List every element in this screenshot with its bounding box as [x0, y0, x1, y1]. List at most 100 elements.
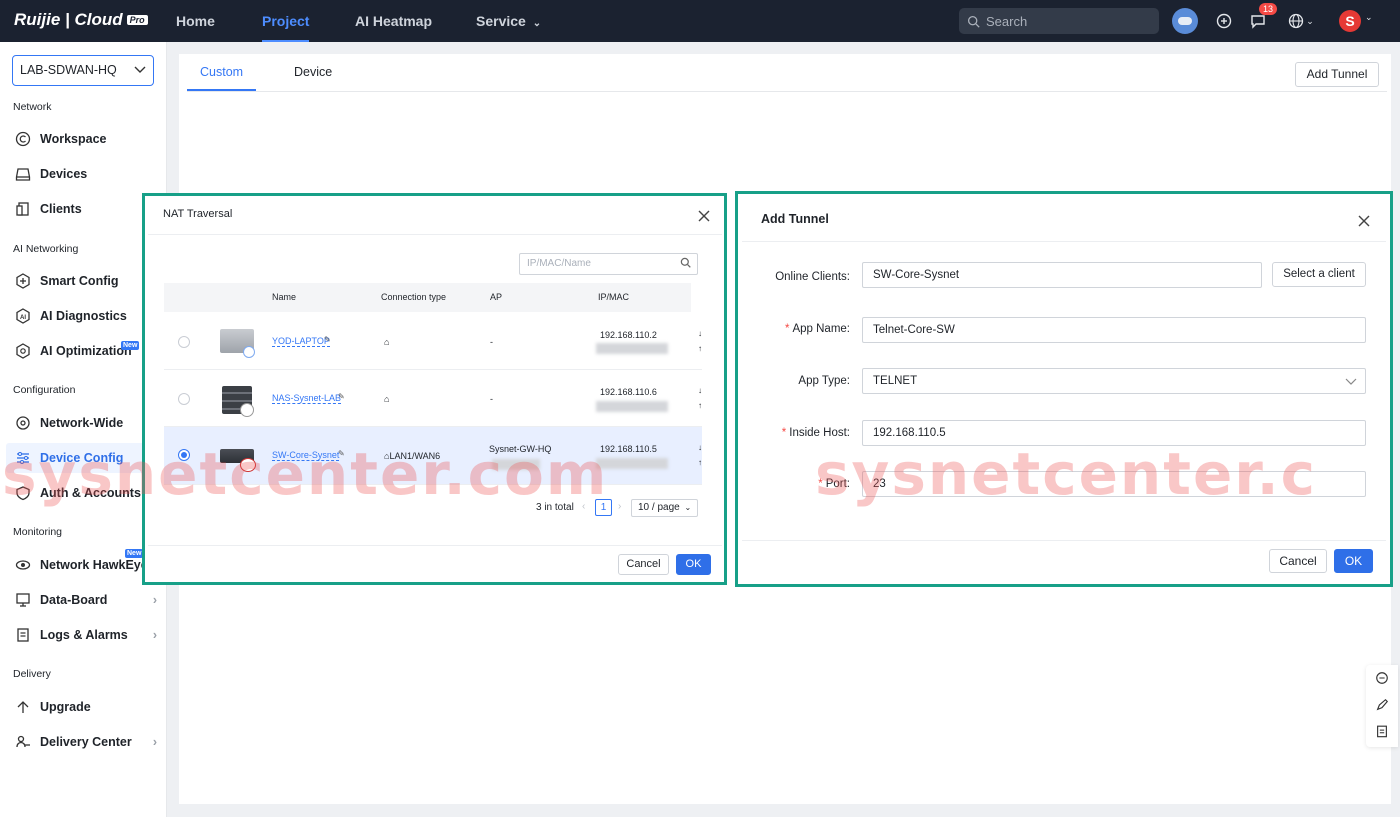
table-row-selected[interactable]: SW-Core-Sysnet ✎ ⌂LAN1/WAN6 Sysnet-GW-HQ…: [164, 427, 702, 485]
inside-host-label: * Inside Host:: [781, 427, 850, 439]
port-label-text: Port:: [825, 478, 850, 490]
section-ai-networking: AI Networking: [13, 243, 79, 255]
download-rate-icon: ↓: [698, 329, 702, 338]
tunnel-cancel-button[interactable]: Cancel: [1269, 549, 1327, 573]
client-name-link[interactable]: YOD-LAPTOP: [272, 336, 330, 347]
sidebar-item-data-board[interactable]: Data-Board ›: [6, 585, 161, 615]
sidebar-item-workspace[interactable]: Workspace: [6, 124, 161, 154]
edit-pencil-icon[interactable]: ✎: [338, 449, 345, 458]
sidebar-item-device-config[interactable]: Device Config: [6, 443, 161, 473]
add-tunnel-button[interactable]: Add Tunnel: [1295, 62, 1379, 87]
logo-text: Ruijie | Cloud: [14, 10, 123, 29]
sidebar-item-ai-diagnostics[interactable]: AI AI Diagnostics: [6, 301, 161, 331]
new-badge: New: [121, 341, 140, 350]
port-label: * Port:: [818, 478, 850, 490]
smart-config-icon: [14, 272, 32, 290]
row-radio[interactable]: [178, 336, 190, 348]
select-client-button[interactable]: Select a client: [1272, 262, 1366, 287]
tab-divider: [187, 91, 1387, 92]
divider: [742, 540, 1386, 541]
project-select[interactable]: LAB-SDWAN-HQ: [12, 55, 154, 86]
next-page-icon[interactable]: ›: [618, 501, 621, 512]
nav-project[interactable]: Project: [262, 0, 310, 42]
prev-page-icon[interactable]: ‹: [582, 501, 585, 512]
sidebar-item-network-wide[interactable]: Network-Wide: [6, 408, 161, 438]
table-row[interactable]: YOD-LAPTOP ✎ ⌂ - 192.168.110.2 ↓ ↑: [164, 313, 702, 370]
row-radio-selected[interactable]: [178, 449, 190, 461]
feedback-pen-icon[interactable]: [1375, 698, 1389, 712]
nav-service[interactable]: Service ⌄: [476, 0, 541, 42]
page-size-select[interactable]: 10 / page ⌄: [631, 499, 698, 517]
clipboard-icon[interactable]: [1375, 724, 1389, 738]
sidebar-item-devices[interactable]: Devices: [6, 159, 161, 189]
sidebar-item-label: Devices: [40, 167, 88, 181]
nav-home[interactable]: Home: [176, 0, 215, 42]
divider: [148, 545, 722, 546]
column-header-name: Name: [272, 292, 297, 302]
sidebar-item-logs-alarms[interactable]: Logs & Alarms ›: [6, 620, 161, 650]
search-input[interactable]: Search: [959, 8, 1159, 34]
sidebar-item-smart-config[interactable]: Smart Config: [6, 266, 161, 296]
inside-host-label-text: Inside Host:: [789, 427, 850, 439]
device-config-icon: [14, 449, 32, 467]
sidebar-item-label: Data-Board: [40, 593, 108, 607]
app-type-select[interactable]: TELNET: [862, 368, 1366, 394]
add-circle-icon[interactable]: [1214, 11, 1234, 31]
chat-support-icon[interactable]: [1375, 671, 1389, 685]
nat-cancel-button[interactable]: Cancel: [618, 554, 669, 575]
app-name-input[interactable]: Telnet-Core-SW: [862, 317, 1366, 343]
page-size-value: 10 / page: [638, 502, 680, 513]
floating-toolbar: [1366, 665, 1398, 747]
ip-value: 192.168.110.2: [600, 330, 657, 340]
ruijie-cloud-logo[interactable]: Ruijie | Cloud Pro: [14, 10, 148, 30]
logs-icon: [14, 626, 32, 644]
ip-value: 192.168.110.5: [600, 444, 657, 454]
chevron-right-icon: ›: [152, 593, 157, 607]
new-badge: New: [125, 549, 144, 558]
tab-device[interactable]: Device: [294, 54, 332, 91]
tunnel-ok-button[interactable]: OK: [1334, 549, 1373, 573]
sidebar-item-upgrade[interactable]: Upgrade: [6, 692, 161, 722]
edit-pencil-icon[interactable]: ✎: [324, 335, 331, 344]
user-avatar[interactable]: S: [1339, 10, 1361, 32]
sidebar-item-label: Logs & Alarms: [40, 628, 128, 642]
sidebar-item-label: Network HawkEye: [40, 558, 148, 572]
ap-value: Sysnet-GW-HQ: [489, 444, 552, 454]
top-bar: Ruijie | Cloud Pro Home Project AI Heatm…: [0, 0, 1400, 42]
language-globe-icon[interactable]: ⌄: [1285, 11, 1317, 31]
client-name-link[interactable]: SW-Core-Sysnet: [272, 450, 340, 461]
sidebar-item-auth-accounts[interactable]: Auth & Accounts: [6, 478, 161, 508]
close-icon[interactable]: [1357, 214, 1371, 228]
online-clients-input[interactable]: SW-Core-Sysnet: [862, 262, 1262, 288]
ap-value: -: [490, 337, 493, 347]
nav-ai-heatmap[interactable]: AI Heatmap: [355, 0, 432, 42]
ai-assistant-icon[interactable]: [1172, 8, 1198, 34]
client-name-link[interactable]: NAS-Sysnet-LAB: [272, 393, 342, 404]
section-configuration: Configuration: [13, 384, 76, 396]
sidebar-item-delivery-center[interactable]: Delivery Center ›: [6, 727, 161, 757]
row-radio[interactable]: [178, 393, 190, 405]
filter-placeholder: IP/MAC/Name: [527, 258, 591, 269]
tab-custom[interactable]: Custom: [186, 54, 257, 91]
app-type-label: App Type:: [798, 375, 850, 387]
inside-host-input[interactable]: 192.168.110.5: [862, 420, 1366, 446]
wired-connection-icon: ⌂: [384, 337, 390, 347]
close-icon[interactable]: [697, 209, 711, 223]
nat-ok-button[interactable]: OK: [676, 554, 711, 575]
port-input[interactable]: 23: [862, 471, 1366, 497]
sidebar-item-clients[interactable]: Clients: [6, 194, 161, 224]
ap-secondary-blurred: [492, 459, 540, 470]
table-row[interactable]: NAS-Sysnet-LAB ✎ ⌂ - 192.168.110.6 ↓ ↑: [164, 370, 702, 427]
column-header-ap: AP: [490, 292, 503, 302]
ap-value: -: [490, 394, 493, 404]
sidebar-item-label: Smart Config: [40, 274, 119, 288]
client-filter-input[interactable]: IP/MAC/Name: [519, 253, 698, 275]
search-placeholder: Search: [986, 13, 1028, 29]
avatar-chevron-icon[interactable]: ⌄: [1365, 12, 1373, 23]
pagination-total: 3 in total: [536, 502, 574, 513]
mac-value-blurred: [596, 401, 668, 412]
sidebar-item-label: Upgrade: [40, 700, 91, 714]
chevron-down-icon: ⌄: [684, 503, 692, 512]
edit-pencil-icon[interactable]: ✎: [338, 392, 345, 401]
page-number-current[interactable]: 1: [595, 499, 612, 516]
